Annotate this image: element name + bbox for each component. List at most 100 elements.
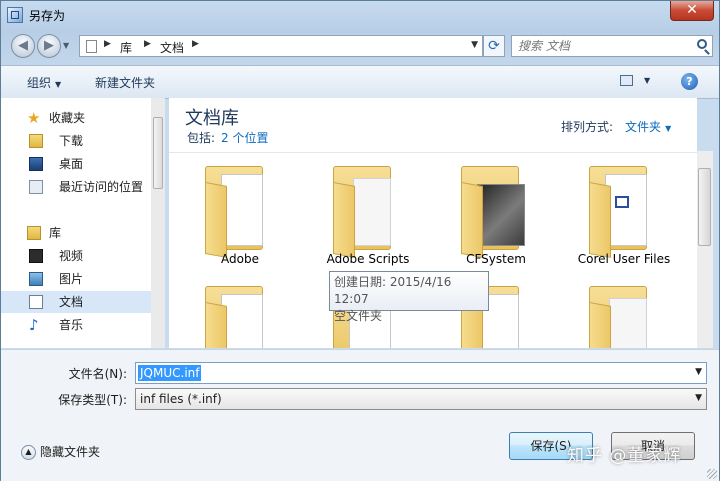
folder-front-flap — [589, 302, 611, 348]
chevron-down-icon: ▼ — [55, 80, 62, 89]
arrange-by-dropdown[interactable]: 文件夹 — [625, 120, 661, 134]
help-button[interactable]: ? — [681, 73, 698, 90]
organize-label: 组织 — [27, 76, 52, 90]
nav-label: 音乐 — [59, 318, 84, 332]
chevron-right-icon[interactable]: ▶ — [144, 39, 151, 49]
folder-item[interactable]: Adobe Scripts — [303, 158, 423, 268]
includes-locations-link[interactable]: 2 个位置 — [221, 131, 268, 145]
divider — [169, 152, 697, 153]
music-library-icon: ♪ — [29, 316, 39, 334]
folder-front-flap — [205, 182, 227, 258]
nav-item-documents[interactable]: 文档 — [1, 291, 151, 313]
watermark-text: 知乎 @董家辉 — [567, 446, 682, 466]
search-box[interactable] — [511, 35, 713, 57]
command-bar: 组织 ▼ 新建文件夹 ▼ ? — [1, 65, 719, 99]
nav-item-recent-places[interactable]: 最近访问的位置 — [1, 176, 151, 198]
address-dropdown-icon[interactable]: ▼ — [471, 40, 478, 50]
window-title: 另存为 — [29, 9, 66, 23]
filename-dropdown-icon[interactable]: ▼ — [695, 367, 702, 377]
save-as-dialog: 另存为 ✕ ◀ ▶ ▼ ▶ 库 ▶ 文档 ▶ ▼ ⟳ 组织▼ 新建文件夹 ▼ ? — [0, 0, 720, 481]
file-list-scrollbar-thumb[interactable] — [698, 168, 711, 246]
recent-locations-dropdown-icon[interactable]: ▼ — [63, 41, 69, 50]
arrange-label: 排列方式: — [561, 120, 614, 134]
folder-front-flap — [205, 302, 227, 348]
filetype-select[interactable]: inf files (*.inf) ▼ — [135, 388, 707, 410]
folder-item[interactable] — [175, 278, 295, 348]
breadcrumb-documents[interactable]: 文档 — [160, 39, 184, 56]
breadcrumb-library[interactable]: 库 — [120, 39, 132, 56]
folder-name: Adobe Scripts — [326, 252, 410, 266]
tooltip-created-date: 创建日期: 2015/4/16 12:07 — [334, 275, 452, 306]
filetype-dropdown-icon[interactable]: ▼ — [695, 393, 702, 403]
folder-tooltip: 创建日期: 2015/4/16 12:07 空文件夹 — [329, 271, 489, 323]
navigation-pane: ★ 收藏夹 下载 桌面 最近访问的位置 库 视频 图片 文档 ♪ 音乐 — [1, 98, 165, 348]
folder-front-flap — [589, 182, 611, 258]
view-options-dropdown-icon[interactable]: ▼ — [644, 76, 650, 85]
folder-front-flap — [333, 182, 355, 258]
resize-grip[interactable] — [707, 469, 717, 479]
search-icon[interactable] — [697, 39, 707, 49]
picture-library-icon — [29, 272, 43, 286]
filetype-label: 保存类型(T): — [58, 393, 127, 407]
nav-label: 收藏夹 — [49, 111, 86, 125]
folder-photo-preview — [477, 184, 525, 246]
corel-badge-icon — [615, 196, 629, 208]
hide-folders-label: 隐藏文件夹 — [40, 445, 101, 459]
close-button[interactable]: ✕ — [670, 1, 714, 21]
nav-label: 最近访问的位置 — [59, 180, 144, 194]
folder-item[interactable]: Adobe — [175, 158, 295, 268]
desktop-icon — [29, 157, 43, 171]
filename-combo[interactable]: JQMUC.inf ▼ — [135, 362, 707, 384]
folder-item[interactable]: Corel User Files — [559, 158, 679, 268]
nav-favorites[interactable]: ★ 收藏夹 — [1, 107, 151, 129]
tooltip-empty-folder: 空文件夹 — [334, 309, 383, 323]
chevron-right-icon[interactable]: ▶ — [104, 39, 111, 49]
back-button[interactable]: ◀ — [11, 34, 35, 58]
nav-label: 视频 — [59, 249, 84, 263]
address-field[interactable]: ▶ 库 ▶ 文档 ▶ ▼ — [79, 35, 483, 57]
filename-label: 文件名(N): — [68, 367, 127, 381]
filename-input[interactable]: JQMUC.inf — [138, 365, 202, 381]
refresh-button[interactable]: ⟳ — [483, 35, 505, 57]
nav-item-downloads[interactable]: 下载 — [1, 130, 151, 152]
arrange-by: 排列方式: 文件夹 ▼ — [561, 118, 671, 135]
star-icon: ★ — [27, 109, 41, 127]
folder-contents-preview — [609, 298, 647, 348]
folder-contents-preview — [605, 174, 647, 246]
navigation-scrollbar-thumb[interactable] — [153, 117, 163, 189]
folder-contents-preview — [353, 178, 391, 246]
nav-label: 图片 — [59, 272, 84, 286]
nav-item-desktop[interactable]: 桌面 — [1, 153, 151, 175]
dialog-app-icon — [7, 7, 23, 23]
includes-label: 包括: — [187, 131, 216, 145]
folder-front-flap — [461, 182, 483, 258]
recent-places-icon — [29, 180, 43, 194]
nav-item-videos[interactable]: 视频 — [1, 245, 151, 267]
forward-button[interactable]: ▶ — [37, 34, 61, 58]
folder-name: Adobe — [221, 252, 259, 266]
folder-item[interactable] — [559, 278, 679, 348]
location-icon — [86, 40, 97, 53]
nav-label: 桌面 — [59, 157, 84, 171]
chevron-right-icon[interactable]: ▶ — [192, 39, 199, 49]
nav-libraries[interactable]: 库 — [1, 222, 151, 244]
hide-folders-toggle[interactable]: ▲ 隐藏文件夹 — [21, 443, 100, 460]
chevron-down-icon[interactable]: ▼ — [665, 124, 671, 133]
nav-label: 库 — [49, 226, 62, 240]
library-title: 文档库 — [185, 108, 239, 129]
organize-menu[interactable]: 组织 ▼ — [27, 74, 61, 91]
new-folder-button[interactable]: 新建文件夹 — [95, 74, 155, 91]
library-includes: 包括: 2 个位置 — [187, 129, 269, 146]
change-view-icon[interactable] — [620, 75, 633, 86]
collapse-up-icon: ▲ — [21, 445, 36, 460]
address-bar-row: ◀ ▶ ▼ ▶ 库 ▶ 文档 ▶ ▼ ⟳ — [9, 33, 713, 59]
nav-item-music[interactable]: ♪ 音乐 — [1, 314, 151, 336]
document-library-icon — [29, 295, 43, 309]
folder-item[interactable]: CFSystem — [431, 158, 551, 268]
nav-item-pictures[interactable]: 图片 — [1, 268, 151, 290]
filetype-value: inf files (*.inf) — [140, 392, 222, 406]
video-library-icon — [29, 249, 43, 263]
folder-contents-preview — [221, 174, 263, 246]
search-input[interactable] — [518, 38, 688, 54]
title-bar[interactable]: 另存为 ✕ — [1, 1, 719, 29]
